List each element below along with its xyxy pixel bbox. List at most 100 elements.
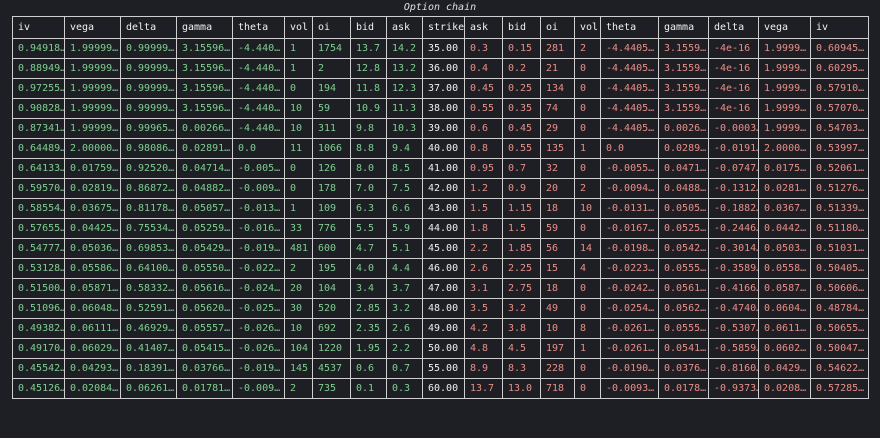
call-bid-cell: 6.3 — [350, 198, 387, 219]
column-header-call-gamma[interactable]: gamma — [176, 16, 233, 39]
put-vega-cell: 0.0429… — [758, 358, 811, 379]
put-oi-cell: 49 — [540, 298, 575, 319]
put-oi-cell: 32 — [540, 158, 575, 179]
column-header-put-oi[interactable]: oi — [540, 16, 575, 39]
put-delta-cell: -4e-16 — [708, 78, 759, 99]
put-bid-cell: 0.25 — [502, 78, 541, 99]
call-bid-cell: 0.1 — [350, 378, 387, 399]
put-bid-cell: 1.15 — [502, 198, 541, 219]
put-delta-cell: -0.8160… — [708, 358, 759, 379]
call-theta-cell: -4.440… — [232, 38, 285, 59]
put-vol-cell: 10 — [574, 198, 601, 219]
put-oi-cell: 56 — [540, 238, 575, 259]
put-oi-cell: 10 — [540, 318, 575, 339]
column-header-call-ask[interactable]: ask — [386, 16, 423, 39]
table-row[interactable]: 0.54777… 0.05036… 0.69853… 0.05429… -0.019… 4… — [12, 238, 869, 259]
column-header-put-theta[interactable]: theta — [600, 16, 659, 39]
table-row[interactable]: 0.90828… 1.99999… 0.99999… 3.15596… -4.440… 1… — [12, 98, 869, 119]
call-vol-cell: 2 — [284, 258, 313, 279]
put-ask-cell: 0.55 — [464, 98, 503, 119]
call-oi-cell: 735 — [312, 378, 351, 399]
table-row[interactable]: 0.94918… 1.99999… 0.99999… 3.15596… -4.440… 1… — [12, 38, 869, 59]
call-iv-cell: 0.64133… — [12, 158, 65, 179]
call-oi-cell: 1066 — [312, 138, 351, 159]
column-header-put-vega[interactable]: vega — [758, 16, 811, 39]
put-delta-cell: -0.0747… — [708, 158, 759, 179]
put-delta-cell: -4e-16 — [708, 58, 759, 79]
column-header-call-theta[interactable]: theta — [232, 16, 285, 39]
call-ask-cell: 5.1 — [386, 238, 423, 259]
put-ask-cell: 1.5 — [464, 198, 503, 219]
table-row[interactable]: 0.49170… 0.06029… 0.41407… 0.05415… -0.026… 1… — [12, 338, 869, 359]
put-iv-cell: 0.57910… — [810, 78, 869, 99]
put-iv-cell: 0.51180… — [810, 218, 869, 239]
call-bid-cell: 7.0 — [350, 178, 387, 199]
column-header-call-vega[interactable]: vega — [64, 16, 121, 39]
table-row[interactable]: 0.64133… 0.01759… 0.92520… 0.04714… -0.005… 0… — [12, 158, 869, 179]
call-vol-cell: 10 — [284, 118, 313, 139]
call-vol-cell: 2 — [284, 378, 313, 399]
call-delta-cell: 0.92520… — [120, 158, 177, 179]
call-vega-cell: 0.02819… — [64, 178, 121, 199]
column-header-call-bid[interactable]: bid — [350, 16, 387, 39]
column-header-put-iv[interactable]: iv — [810, 16, 869, 39]
table-row[interactable]: 0.88949… 1.99999… 0.99999… 3.15596… -4.440… 1… — [12, 58, 869, 79]
call-iv-cell: 0.88949… — [12, 58, 65, 79]
column-header-call-vol[interactable]: vol — [284, 16, 313, 39]
call-theta-cell: -0.022… — [232, 258, 285, 279]
option-chain-table: iv vega delta gamma theta vol oi bid ask strike as… — [12, 16, 869, 399]
table-row[interactable]: 0.51096… 0.06048… 0.52591… 0.05620… -0.025… 3… — [12, 298, 869, 319]
table-row[interactable]: 0.97255… 1.99999… 0.99999… 3.15596… -4.440… 0… — [12, 78, 869, 99]
call-gamma-cell: 0.04714… — [176, 158, 233, 179]
column-header-put-delta[interactable]: delta — [708, 16, 759, 39]
column-header-call-iv[interactable]: iv — [12, 16, 65, 39]
call-theta-cell: -0.024… — [232, 278, 285, 299]
put-theta-cell: -0.0094… — [600, 178, 659, 199]
put-oi-cell: 59 — [540, 218, 575, 239]
column-header-put-vol[interactable]: vol — [574, 16, 601, 39]
put-bid-cell: 2.25 — [502, 258, 541, 279]
table-row[interactable]: 0.59570… 0.02819… 0.86872… 0.04882… -0.009… 0… — [12, 178, 869, 199]
table-row[interactable]: 0.58554… 0.03675… 0.81178… 0.05057… -0.013… 1… — [12, 198, 869, 219]
call-bid-cell: 4.7 — [350, 238, 387, 259]
put-vega-cell: 1.9999… — [758, 58, 811, 79]
column-header-call-oi[interactable]: oi — [312, 16, 351, 39]
put-gamma-cell: 0.0505… — [658, 198, 709, 219]
put-oi-cell: 74 — [540, 98, 575, 119]
put-vega-cell: 0.0503… — [758, 238, 811, 259]
put-vol-cell: 0 — [574, 158, 601, 179]
put-theta-cell: -0.0167… — [600, 218, 659, 239]
put-delta-cell: -4e-16 — [708, 98, 759, 119]
put-gamma-cell: 0.0471… — [658, 158, 709, 179]
put-bid-cell: 13.0 — [502, 378, 541, 399]
column-header-strike-strike[interactable]: strike — [422, 16, 465, 39]
table-row[interactable]: 0.51500… 0.05871… 0.58332… 0.05616… -0.024… 2… — [12, 278, 869, 299]
table-row[interactable]: 0.87341… 1.99999… 0.99965… 0.00266… -4.440… 1… — [12, 118, 869, 139]
table-row[interactable]: 0.53128… 0.05586… 0.64100… 0.05550… -0.022… 2… — [12, 258, 869, 279]
table-row[interactable]: 0.49382… 0.06111… 0.46929… 0.05557… -0.026… 1… — [12, 318, 869, 339]
put-theta-cell: -4.4405… — [600, 98, 659, 119]
put-delta-cell: -0.1882… — [708, 198, 759, 219]
put-gamma-cell: 0.0562… — [658, 298, 709, 319]
call-oi-cell: 195 — [312, 258, 351, 279]
put-oi-cell: 18 — [540, 278, 575, 299]
table-row[interactable]: 0.57655… 0.04425… 0.75534… 0.05259… -0.016… 3… — [12, 218, 869, 239]
table-row[interactable]: 0.64489… 2.00000… 0.98086… 0.02891… 0.0 11 106… — [12, 138, 869, 159]
call-ask-cell: 5.9 — [386, 218, 423, 239]
put-oi-cell: 21 — [540, 58, 575, 79]
strike-strike-cell: 44.00 — [422, 218, 465, 239]
call-delta-cell: 0.98086… — [120, 138, 177, 159]
call-bid-cell: 10.9 — [350, 98, 387, 119]
table-row[interactable]: 0.45542… 0.04293… 0.18391… 0.03766… -0.019… 1… — [12, 358, 869, 379]
column-header-put-bid[interactable]: bid — [502, 16, 541, 39]
put-ask-cell: 4.2 — [464, 318, 503, 339]
put-vol-cell: 0 — [574, 298, 601, 319]
column-header-put-gamma[interactable]: gamma — [658, 16, 709, 39]
call-oi-cell: 104 — [312, 278, 351, 299]
call-gamma-cell: 3.15596… — [176, 38, 233, 59]
call-vega-cell: 0.06111… — [64, 318, 121, 339]
column-header-call-delta[interactable]: delta — [120, 16, 177, 39]
table-row[interactable]: 0.45126… 0.02084… 0.06261… 0.01781… -0.009… 2… — [12, 378, 869, 399]
call-gamma-cell: 0.04882… — [176, 178, 233, 199]
column-header-put-ask[interactable]: ask — [464, 16, 503, 39]
